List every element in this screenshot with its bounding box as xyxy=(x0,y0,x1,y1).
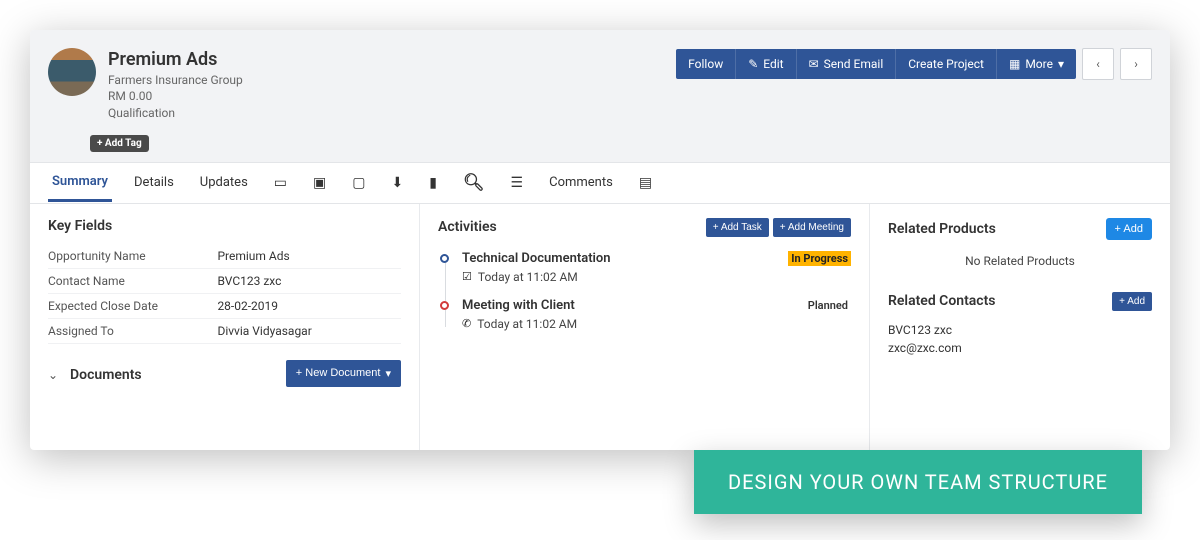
create-project-button[interactable]: Create Project xyxy=(896,49,997,79)
mail-icon: ✉ xyxy=(809,57,819,71)
tab-updates[interactable]: Updates xyxy=(196,165,252,200)
related-contacts-title: Related Contacts xyxy=(888,293,996,309)
documents-section: ⌄ Documents + New Document▾ xyxy=(48,360,401,387)
contact-name: BVC123 zxc xyxy=(888,321,1152,339)
record-title: Premium Ads xyxy=(108,48,676,72)
design-cta-button[interactable]: DESIGN YOUR OWN TEAM STRUCTURE xyxy=(694,450,1142,514)
add-product-button[interactable]: + Add xyxy=(1106,218,1152,240)
kv-row: Contact NameBVC123 zxc xyxy=(48,269,401,294)
kv-row: Assigned ToDivvia Vidyasagar xyxy=(48,319,401,344)
kv-row: Opportunity NamePremium Ads xyxy=(48,244,401,269)
contact-entry[interactable]: BVC123 zxc zxc@zxc.com xyxy=(888,321,1152,357)
more-button[interactable]: ▦More▾ xyxy=(997,49,1076,79)
activities-title: Activities xyxy=(438,219,497,235)
header-actions: Follow ✎Edit ✉Send Email Create Project … xyxy=(676,48,1152,80)
kv-row: Expected Close Date28-02-2019 xyxy=(48,294,401,319)
tab-archive-icon[interactable]: ▣ xyxy=(309,165,330,201)
prev-button[interactable]: ‹ xyxy=(1082,48,1114,80)
tab-details[interactable]: Details xyxy=(130,165,178,200)
tab-summary[interactable]: Summary xyxy=(48,164,112,202)
status-badge: In Progress xyxy=(788,251,851,266)
add-contact-button[interactable]: + Add xyxy=(1112,292,1152,311)
activity-time: Today at 11:02 AM xyxy=(478,270,578,284)
activity-title: Technical Documentation xyxy=(462,251,611,266)
avatar xyxy=(48,48,96,96)
title-block: Premium Ads Farmers Insurance Group RM 0… xyxy=(108,48,676,121)
checkbox-icon: ☑ xyxy=(462,270,472,283)
activity-time: Today at 11:02 AM xyxy=(477,317,577,331)
contact-email: zxc@zxc.com xyxy=(888,339,1152,357)
related-products-header: Related Products + Add xyxy=(888,218,1152,240)
activity-title: Meeting with Client xyxy=(462,298,575,313)
record-header: Premium Ads Farmers Insurance Group RM 0… xyxy=(30,30,1170,131)
key-fields-title: Key Fields xyxy=(48,218,401,234)
no-related-products: No Related Products xyxy=(888,254,1152,268)
timeline-dot-icon xyxy=(440,254,449,263)
documents-toggle[interactable]: ⌄ Documents xyxy=(48,364,142,383)
tab-calendar-icon[interactable]: ▭ xyxy=(270,165,291,201)
activities-column: Activities + Add Task + Add Meeting Tech… xyxy=(420,204,870,450)
tab-comments[interactable]: Comments xyxy=(545,165,617,200)
timeline-dot-icon xyxy=(440,301,449,310)
pencil-icon: ✎ xyxy=(748,57,758,71)
company-name: Farmers Insurance Group xyxy=(108,72,676,88)
activity-timeline: Technical Documentation In Progress ☑ To… xyxy=(438,251,851,331)
add-meeting-button[interactable]: + Add Meeting xyxy=(773,218,851,237)
related-contacts-header: Related Contacts + Add xyxy=(888,292,1152,311)
activity-item[interactable]: Technical Documentation In Progress ☑ To… xyxy=(462,251,851,284)
tab-download-icon[interactable]: ⬇ xyxy=(388,165,408,201)
action-bar: Follow ✎Edit ✉Send Email Create Project … xyxy=(676,49,1076,79)
tab-inbox-icon[interactable]: ▢ xyxy=(348,165,369,201)
chevron-right-icon: › xyxy=(1134,57,1138,71)
record-body: Key Fields Opportunity NamePremium Ads C… xyxy=(30,204,1170,450)
caret-down-icon: ▾ xyxy=(1058,57,1064,71)
more-icon: ▦ xyxy=(1009,57,1020,71)
related-products-title: Related Products xyxy=(888,221,996,237)
add-tag-button[interactable]: + Add Tag xyxy=(90,135,149,152)
activity-item[interactable]: Meeting with Client Planned ✆ Today at 1… xyxy=(462,298,851,331)
status-badge: Planned xyxy=(805,298,851,313)
documents-title: Documents xyxy=(70,367,142,383)
add-task-button[interactable]: + Add Task xyxy=(706,218,769,237)
chevron-left-icon: ‹ xyxy=(1096,57,1100,71)
new-document-button[interactable]: + New Document▾ xyxy=(286,360,401,387)
chevron-down-icon: ⌄ xyxy=(48,368,58,382)
caret-down-icon: ▾ xyxy=(385,367,391,380)
edit-button[interactable]: ✎Edit xyxy=(736,49,796,79)
activities-header: Activities + Add Task + Add Meeting xyxy=(438,218,851,237)
follow-button[interactable]: Follow xyxy=(676,49,736,79)
tag-row: + Add Tag xyxy=(30,131,1170,162)
tab-search-icon[interactable]: 🔍︎ xyxy=(459,163,489,203)
phone-icon: ✆ xyxy=(462,317,471,330)
amount: RM 0.00 xyxy=(108,88,676,104)
send-email-button[interactable]: ✉Send Email xyxy=(797,49,897,79)
stage: Qualification xyxy=(108,105,676,121)
related-column: Related Products + Add No Related Produc… xyxy=(870,204,1170,450)
tab-file-icon[interactable]: ▮ xyxy=(425,165,441,201)
tab-notes-icon[interactable]: ▤ xyxy=(635,165,656,201)
tabs: Summary Details Updates ▭ ▣ ▢ ⬇ ▮ 🔍︎ ☰ C… xyxy=(30,162,1170,204)
key-fields-column: Key Fields Opportunity NamePremium Ads C… xyxy=(30,204,420,450)
tab-list-icon[interactable]: ☰ xyxy=(507,165,528,201)
next-button[interactable]: › xyxy=(1120,48,1152,80)
record-card: Premium Ads Farmers Insurance Group RM 0… xyxy=(30,30,1170,450)
